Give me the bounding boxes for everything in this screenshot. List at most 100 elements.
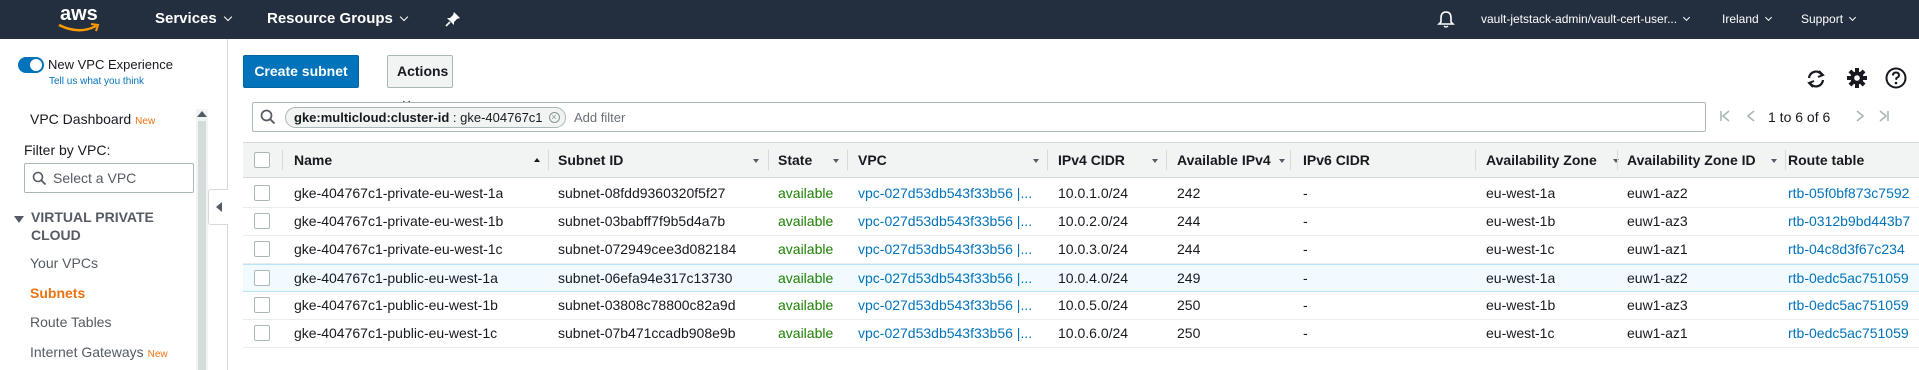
sort-icon[interactable] (1613, 159, 1619, 163)
column-header-name[interactable]: Name (294, 143, 332, 177)
sort-icon[interactable] (753, 159, 759, 163)
cell-availability-zone-id: euw1-az1 (1627, 241, 1688, 257)
chevron-down-icon (1764, 13, 1772, 22)
sidebar: New VPC Experience Tell us what you thin… (0, 39, 228, 370)
region-menu[interactable]: Ireland (1722, 12, 1772, 26)
scrollbar-thumb[interactable] (198, 121, 206, 370)
cell-vpc[interactable]: vpc-027d53db543f33b56 |... (858, 180, 1032, 207)
resource-groups-menu[interactable]: Resource Groups (267, 10, 409, 27)
cell-route-table[interactable]: rtb-0edc5ac751059 (1788, 320, 1909, 347)
collapse-sidebar-button[interactable] (208, 189, 228, 225)
cell-availability-zone-id: euw1-az2 (1627, 185, 1688, 201)
column-header-vpc[interactable]: VPC (858, 143, 887, 177)
vpc-select[interactable]: Select a VPC (24, 163, 194, 193)
row-checkbox[interactable] (254, 297, 270, 313)
column-header-state[interactable]: State (778, 143, 812, 177)
row-checkbox[interactable] (254, 270, 270, 286)
column-header-subnet-id[interactable]: Subnet ID (558, 143, 623, 177)
next-page-icon[interactable] (1853, 109, 1867, 123)
search-icon (32, 171, 47, 186)
bell-icon[interactable] (1437, 10, 1455, 29)
cell-name: gke-404767c1-public-eu-west-1b (294, 297, 498, 313)
cell-vpc[interactable]: vpc-027d53db543f33b56 |... (858, 292, 1032, 319)
cell-ipv6-cidr: - (1303, 241, 1308, 257)
filter-token[interactable]: gke:multicloud:cluster-id : gke-404767c1… (285, 107, 566, 128)
column-header-ipv6-cidr[interactable]: IPv6 CIDR (1303, 143, 1370, 177)
sidebar-item-vpc-dashboard[interactable]: VPC Dashboard New (30, 111, 155, 127)
support-menu[interactable]: Support (1801, 12, 1857, 26)
cell-ipv6-cidr: - (1303, 185, 1308, 201)
help-icon[interactable] (1885, 67, 1907, 89)
table-row[interactable]: gke-404767c1-private-eu-west-1b subnet-03… (243, 208, 1919, 236)
account-menu[interactable]: vault-jetstack-admin/vault-cert-user... (1481, 12, 1691, 26)
aws-logo[interactable]: aws (58, 3, 102, 37)
create-subnet-button[interactable]: Create subnet (243, 55, 359, 88)
vpc-select-placeholder: Select a VPC (53, 170, 137, 186)
table-row[interactable]: gke-404767c1-private-eu-west-1c subnet-07… (243, 236, 1919, 264)
column-divider (847, 150, 848, 170)
chevron-down-icon (1848, 13, 1857, 22)
cell-subnet-id: subnet-08fdd9360320f5f27 (558, 185, 726, 201)
region-label: Ireland (1722, 12, 1759, 26)
sidebar-item-subnets[interactable]: Subnets (30, 285, 85, 301)
first-page-icon[interactable] (1718, 109, 1732, 123)
column-header-availability-zone[interactable]: Availability Zone (1486, 143, 1597, 177)
sort-icon[interactable] (1152, 159, 1158, 163)
table-row[interactable]: gke-404767c1-private-eu-west-1a subnet-08… (243, 180, 1919, 208)
select-all-checkbox[interactable] (254, 152, 270, 168)
remove-filter-icon[interactable]: × (548, 112, 560, 123)
caret-down-icon (14, 216, 24, 223)
cell-ipv4-cidr: 10.0.2.0/24 (1058, 213, 1129, 229)
vpc-dashboard-label: VPC Dashboard (30, 111, 132, 127)
actions-button[interactable]: Actions (387, 55, 453, 106)
sort-ascending-icon[interactable] (534, 158, 540, 162)
refresh-icon[interactable] (1805, 68, 1827, 90)
sort-icon[interactable] (833, 159, 839, 163)
cell-route-table[interactable]: rtb-05f0bf873c7592 (1788, 180, 1909, 207)
scroll-up-icon[interactable] (197, 111, 207, 117)
new-vpc-toggle[interactable] (18, 57, 44, 73)
column-header-available-ipv4[interactable]: Available IPv4 (1177, 143, 1271, 177)
row-checkbox[interactable] (254, 325, 270, 341)
toggle-knob (30, 59, 42, 71)
cell-vpc[interactable]: vpc-027d53db543f33b56 |... (858, 265, 1032, 292)
sort-icon[interactable] (1033, 159, 1039, 163)
cell-availability-zone: eu-west-1b (1486, 297, 1556, 313)
cell-vpc[interactable]: vpc-027d53db543f33b56 |... (858, 208, 1032, 235)
feedback-link[interactable]: Tell us what you think (49, 76, 144, 87)
row-checkbox[interactable] (254, 241, 270, 257)
column-header-availability-zone-id[interactable]: Availability Zone ID (1627, 143, 1756, 177)
column-header-route-table[interactable]: Route table (1788, 143, 1864, 177)
last-page-icon[interactable] (1877, 109, 1891, 123)
add-filter-input[interactable]: Add filter (574, 110, 625, 125)
sort-icon[interactable] (1771, 159, 1777, 163)
cell-availability-zone: eu-west-1c (1486, 241, 1555, 257)
column-divider (1617, 150, 1618, 170)
sort-icon[interactable] (1279, 159, 1285, 163)
cell-route-table[interactable]: rtb-0edc5ac751059 (1788, 292, 1909, 319)
cell-route-table[interactable]: rtb-0312b9bd443b7 (1788, 208, 1910, 235)
pin-icon[interactable] (445, 11, 461, 27)
gear-icon[interactable] (1846, 67, 1868, 89)
table-row[interactable]: gke-404767c1-public-eu-west-1c subnet-07b… (243, 320, 1919, 348)
row-checkbox[interactable] (254, 185, 270, 201)
table-row[interactable]: gke-404767c1-public-eu-west-1b subnet-038… (243, 292, 1919, 320)
cell-availability-zone: eu-west-1c (1486, 325, 1555, 341)
sidebar-item-internet-gateways[interactable]: Internet Gateways New (30, 344, 168, 360)
cell-vpc[interactable]: vpc-027d53db543f33b56 |... (858, 320, 1032, 347)
top-navigation: aws Services Resource Groups vault-jetst… (0, 0, 1919, 39)
column-header-ipv4-cidr[interactable]: IPv4 CIDR (1058, 143, 1125, 177)
table-row[interactable]: gke-404767c1-public-eu-west-1a subnet-06e… (243, 264, 1919, 292)
table-header: Name Subnet ID State VPC IPv4 CIDR Avail… (243, 142, 1919, 178)
new-badge: New (147, 349, 168, 360)
sidebar-item-route-tables[interactable]: Route Tables (30, 314, 111, 330)
services-menu[interactable]: Services (155, 10, 232, 27)
row-checkbox[interactable] (254, 213, 270, 229)
cell-ipv4-cidr: 10.0.3.0/24 (1058, 241, 1129, 257)
cell-route-table[interactable]: rtb-04c8d3f67c234 (1788, 236, 1905, 263)
cell-vpc[interactable]: vpc-027d53db543f33b56 |... (858, 236, 1032, 263)
cell-route-table[interactable]: rtb-0edc5ac751059 (1788, 265, 1909, 292)
sidebar-item-your-vpcs[interactable]: Your VPCs (30, 255, 98, 271)
cell-availability-zone-id: euw1-az2 (1627, 270, 1688, 286)
previous-page-icon[interactable] (1744, 109, 1758, 123)
